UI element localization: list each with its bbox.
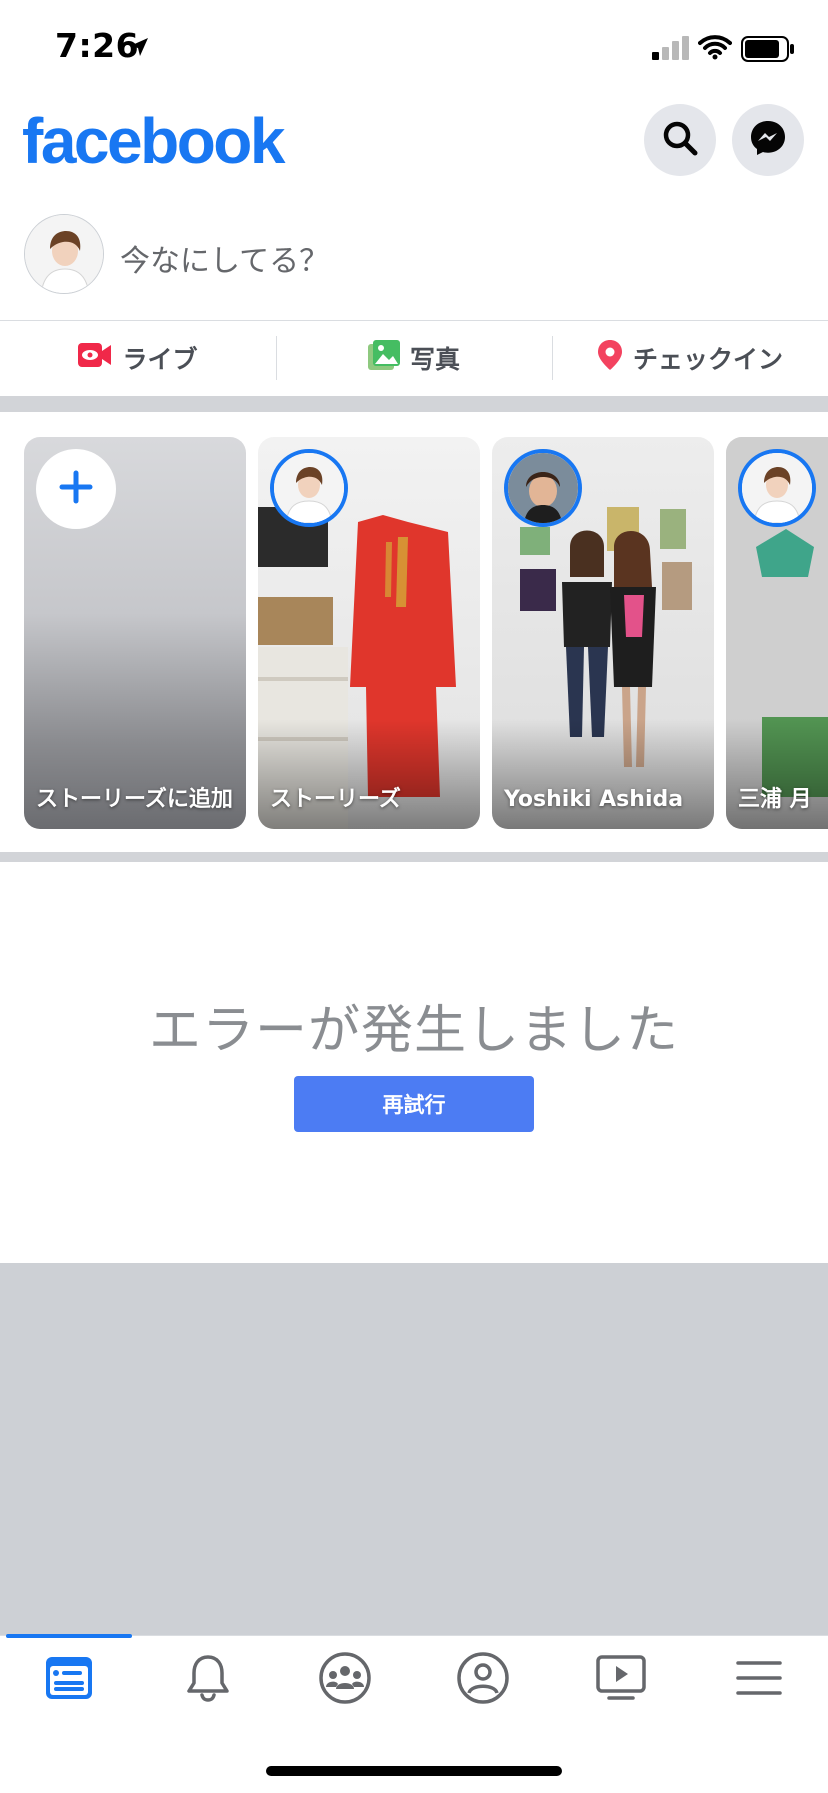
status-time: 7:26 (55, 26, 140, 65)
story-avatar (270, 449, 348, 527)
tab-notifications[interactable] (173, 1650, 243, 1710)
live-button[interactable]: ライブ (0, 322, 276, 394)
user-avatar[interactable] (24, 214, 104, 294)
messenger-icon (748, 118, 788, 162)
profile-icon (456, 1651, 510, 1709)
story-label: ストーリーズに追加 (36, 787, 233, 812)
live-label: ライブ (122, 345, 198, 374)
photo-icon (367, 340, 400, 376)
facebook-logo[interactable]: facebook (22, 104, 285, 178)
groups-icon (318, 1651, 372, 1709)
plus-icon (58, 469, 94, 509)
search-button[interactable] (644, 104, 716, 176)
tab-watch[interactable] (586, 1650, 656, 1710)
retry-button[interactable]: 再試行 (294, 1076, 534, 1132)
story-avatar (504, 449, 582, 527)
story-card[interactable]: Yoshiki Ashida (492, 437, 714, 829)
notifications-bell-icon (185, 1653, 231, 1707)
add-story-card[interactable]: ストーリーズに追加 (24, 437, 246, 829)
story-label: Yoshiki Ashida (504, 787, 684, 812)
active-tab-indicator (6, 1634, 132, 1638)
tab-groups[interactable] (310, 1650, 380, 1710)
divider (0, 320, 828, 321)
search-icon (660, 118, 700, 162)
section-separator (0, 396, 828, 412)
menu-icon (735, 1658, 783, 1702)
news-feed-icon (44, 1655, 94, 1705)
messenger-button[interactable] (732, 104, 804, 176)
photo-button[interactable]: 写真 (276, 322, 552, 394)
location-arrow-icon (128, 36, 150, 62)
section-separator (0, 852, 828, 862)
battery-icon (741, 36, 795, 66)
stories-tray: ストーリーズに追加 ストーリーズ Yoshiki Ashida 三浦 月 (0, 412, 828, 852)
story-label: 三浦 月 (738, 787, 812, 812)
add-story-button[interactable] (36, 449, 116, 529)
photo-label: 写真 (409, 345, 460, 374)
story-avatar (738, 449, 816, 527)
story-label: ストーリーズ (270, 787, 401, 812)
wifi-icon (698, 34, 732, 64)
home-indicator[interactable] (266, 1766, 562, 1776)
tab-menu[interactable] (724, 1650, 794, 1710)
tab-profile[interactable] (448, 1650, 518, 1710)
checkin-label: チェックイン (632, 345, 783, 374)
watch-video-icon (595, 1653, 647, 1707)
story-card[interactable]: ストーリーズ (258, 437, 480, 829)
composer-prompt[interactable]: 今なにしてる？ (120, 236, 329, 280)
tab-news-feed[interactable] (34, 1650, 104, 1710)
location-pin-icon (597, 339, 623, 377)
cellular-signal-icon (652, 36, 690, 64)
error-message: エラーが発生しました (148, 1001, 679, 1061)
live-video-icon (78, 341, 112, 375)
empty-feed-area (0, 1263, 828, 1635)
story-card[interactable]: 三浦 月 (726, 437, 828, 829)
checkin-button[interactable]: チェックイン (552, 322, 828, 394)
composer-actions: ライブ 写真 チェックイン (0, 322, 828, 394)
